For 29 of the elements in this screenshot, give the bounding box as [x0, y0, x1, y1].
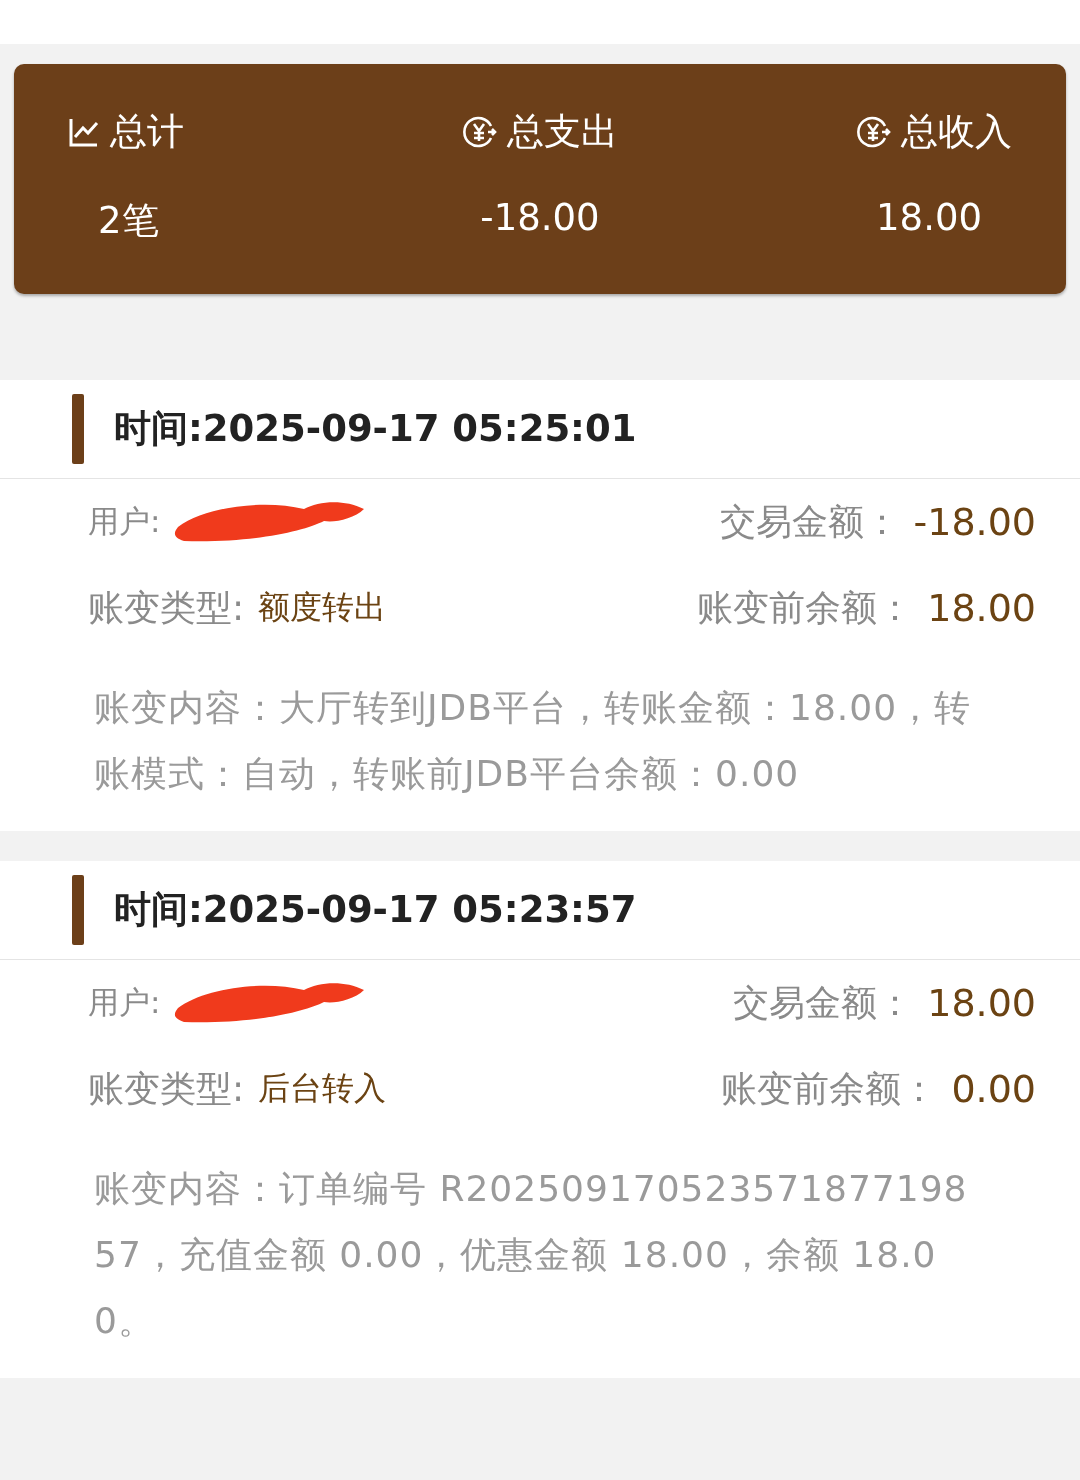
summary-label: 总支出 [507, 109, 619, 155]
record-time: 时间:2025-09-17 05:25:01 [114, 406, 637, 452]
summary-value: 2笔 [97, 198, 160, 244]
record-content: 账变内容：大厅转到JDB平台，转账金额：18.00，转账模式：自动，转账前JDB平台余额：0.00 [93, 686, 973, 796]
amount-value: 18.00 [927, 981, 1036, 1025]
balance-label: 账变前余额： [721, 1066, 938, 1111]
summary-label: 总收入 [901, 109, 1012, 155]
balance-label: 账变前余额： [697, 585, 914, 630]
balance-value: 0.00 [951, 1067, 1036, 1111]
type-label: 账变类型: [88, 1066, 245, 1111]
record-time: 时间:2025-09-17 05:23:57 [114, 887, 637, 933]
summary-label: 总计 [110, 109, 184, 155]
summary-value: -18.00 [479, 196, 601, 239]
type-value: 额度转出 [258, 587, 387, 628]
accent-bar [72, 875, 84, 945]
type-value: 后台转入 [258, 1068, 387, 1109]
chart-icon [68, 116, 100, 148]
accent-bar [72, 394, 84, 464]
balance-value: 18.00 [927, 586, 1036, 630]
type-label: 账变类型: [88, 585, 245, 630]
summary-value: 18.00 [875, 196, 983, 239]
record-content: 账变内容：订单编号 R20250917052357187719857，充值金额 0.00，优惠金额 18.00，余额 18.00。 [93, 1167, 969, 1343]
amount-label: 交易金额： [733, 980, 914, 1025]
user-label: 用户: [88, 502, 161, 541]
amount-label: 交易金额： [719, 499, 900, 544]
yen-circle-icon [855, 114, 891, 150]
user-label: 用户: [88, 983, 161, 1022]
amount-value: -18.00 [913, 500, 1036, 544]
yen-circle-icon [461, 114, 498, 150]
